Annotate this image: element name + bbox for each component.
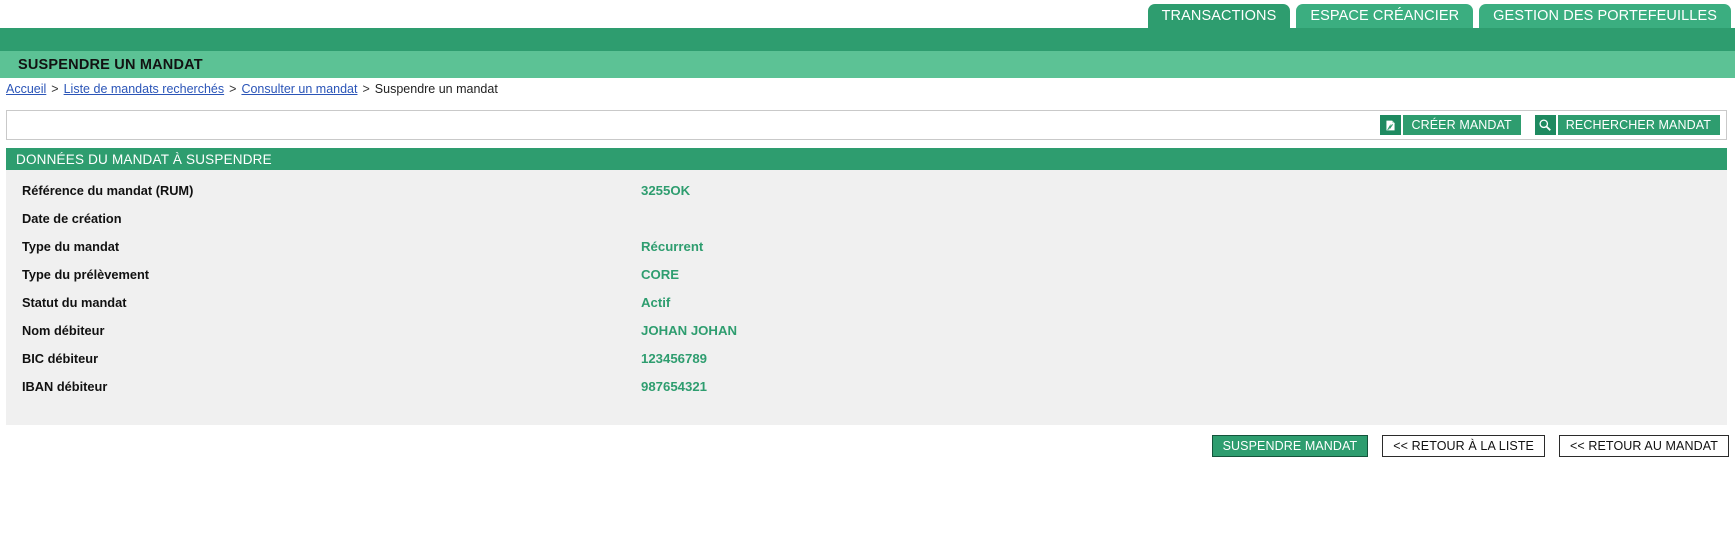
search-mandate-button[interactable]: RECHERCHER MANDAT bbox=[1534, 115, 1720, 135]
create-mandate-button[interactable]: CRÉER MANDAT bbox=[1380, 115, 1521, 135]
field-value: 3255OK bbox=[641, 183, 691, 198]
suspend-mandate-button[interactable]: SUSPENDRE MANDAT bbox=[1211, 435, 1369, 457]
document-icon bbox=[1380, 115, 1402, 135]
data-row: Type du prélèvement CORE bbox=[6, 267, 1727, 295]
field-label: IBAN débiteur bbox=[22, 379, 108, 394]
field-label: Type du prélèvement bbox=[22, 267, 150, 282]
field-value: 987654321 bbox=[641, 379, 708, 394]
field-value: JOHAN JOHAN bbox=[641, 323, 737, 338]
back-to-mandate-button[interactable]: << RETOUR AU MANDAT bbox=[1559, 435, 1729, 457]
footer-actions: SUSPENDRE MANDAT << RETOUR À LA LISTE <<… bbox=[0, 425, 1735, 457]
tab-transactions[interactable]: TRANSACTIONS bbox=[1147, 4, 1291, 28]
field-value: 123456789 bbox=[641, 351, 708, 366]
back-to-mandate-label: << RETOUR AU MANDAT bbox=[1570, 439, 1718, 453]
section-header-label: DONNÉES DU MANDAT À SUSPENDRE bbox=[16, 151, 272, 167]
page-title-label: SUSPENDRE UN MANDAT bbox=[18, 56, 203, 73]
tab-espace-creancier[interactable]: ESPACE CRÉANCIER bbox=[1296, 4, 1474, 28]
field-label: Nom débiteur bbox=[22, 323, 105, 338]
field-label: Date de création bbox=[22, 211, 122, 226]
tab-gestion-des-portefeuilles-label: GESTION DES PORTEFEUILLES bbox=[1493, 8, 1717, 24]
breadcrumb-link-consulter-un-mandat[interactable]: Consulter un mandat bbox=[241, 82, 357, 96]
data-row: Date de création bbox=[6, 211, 1727, 239]
back-to-list-button[interactable]: << RETOUR À LA LISTE bbox=[1382, 435, 1545, 457]
search-icon bbox=[1534, 115, 1556, 135]
breadcrumb-separator: > bbox=[362, 82, 370, 96]
section-body: Référence du mandat (RUM) 3255OK Date de… bbox=[6, 170, 1727, 425]
create-mandate-label: CRÉER MANDAT bbox=[1403, 115, 1521, 135]
breadcrumb: Accueil > Liste de mandats recherchés > … bbox=[0, 78, 1735, 100]
breadcrumb-current: Suspendre un mandat bbox=[374, 82, 498, 96]
data-row: Référence du mandat (RUM) 3255OK bbox=[6, 183, 1727, 211]
tab-gestion-des-portefeuilles[interactable]: GESTION DES PORTEFEUILLES bbox=[1479, 4, 1731, 28]
tab-transactions-label: TRANSACTIONS bbox=[1161, 8, 1277, 24]
section-header: DONNÉES DU MANDAT À SUSPENDRE bbox=[6, 148, 1727, 170]
search-mandate-label: RECHERCHER MANDAT bbox=[1557, 115, 1720, 135]
field-value: Actif bbox=[641, 295, 671, 310]
breadcrumb-link-liste-de-mandats-recherches[interactable]: Liste de mandats recherchés bbox=[64, 82, 225, 96]
data-row: Nom débiteur JOHAN JOHAN bbox=[6, 323, 1727, 351]
field-label: Référence du mandat (RUM) bbox=[22, 183, 194, 198]
breadcrumb-link-accueil[interactable]: Accueil bbox=[6, 82, 46, 96]
data-row: Type du mandat Récurrent bbox=[6, 239, 1727, 267]
data-row: Statut du mandat Actif bbox=[6, 295, 1727, 323]
suspend-mandate-label: SUSPENDRE MANDAT bbox=[1222, 439, 1358, 453]
field-label: Type du mandat bbox=[22, 239, 120, 254]
mandate-data-section: DONNÉES DU MANDAT À SUSPENDRE Référence … bbox=[0, 140, 1735, 425]
top-nav-tabs: TRANSACTIONS ESPACE CRÉANCIER GESTION DE… bbox=[0, 0, 1735, 28]
field-label: BIC débiteur bbox=[22, 351, 99, 366]
data-row: BIC débiteur 123456789 bbox=[6, 351, 1727, 379]
tab-espace-creancier-label: ESPACE CRÉANCIER bbox=[1310, 8, 1460, 24]
breadcrumb-separator: > bbox=[229, 82, 237, 96]
data-row: IBAN débiteur 987654321 bbox=[6, 379, 1727, 407]
page-title: SUSPENDRE UN MANDAT bbox=[0, 51, 1735, 78]
toolbar-container: CRÉER MANDAT RECHERCHER MANDAT bbox=[0, 100, 1735, 140]
field-label: Statut du mandat bbox=[22, 295, 127, 310]
field-value: CORE bbox=[641, 267, 680, 282]
field-value: Récurrent bbox=[641, 239, 704, 254]
action-toolbar: CRÉER MANDAT RECHERCHER MANDAT bbox=[6, 110, 1727, 140]
breadcrumb-separator: > bbox=[51, 82, 59, 96]
header-green-band bbox=[0, 28, 1735, 51]
back-to-list-label: << RETOUR À LA LISTE bbox=[1393, 439, 1534, 453]
